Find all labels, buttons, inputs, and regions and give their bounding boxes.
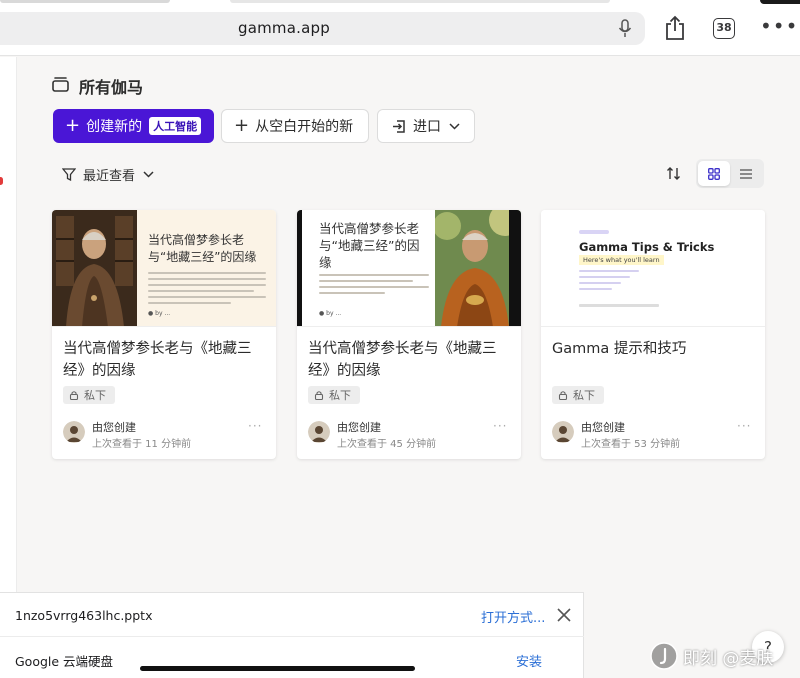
lock-icon xyxy=(314,391,324,400)
plus-icon: + xyxy=(65,115,81,136)
visibility-badge: 私下 xyxy=(552,386,604,404)
view-toggle xyxy=(696,159,764,188)
open-with-button[interactable]: 打开方式... xyxy=(481,607,545,626)
import-icon xyxy=(393,119,405,133)
close-icon[interactable] xyxy=(557,608,571,622)
thumbnail-title: 当代高僧梦参长老与“地藏三经”的因缘 xyxy=(148,233,257,264)
import-label: 进口 xyxy=(413,119,441,135)
avatar xyxy=(552,421,574,443)
notification-dot xyxy=(0,177,3,185)
visibility-badge: 私下 xyxy=(308,386,360,404)
tab-edge[interactable] xyxy=(0,0,170,3)
divider xyxy=(0,636,584,637)
card-title[interactable]: 当代高僧梦参长老与《地藏三经》的因缘 xyxy=(308,338,508,382)
filter-dropdown[interactable]: 最近查看 xyxy=(62,165,154,184)
install-button[interactable]: 安装 xyxy=(516,651,542,670)
chevron-down-icon xyxy=(143,171,154,178)
avatar xyxy=(308,421,330,443)
last-viewed: 上次查看于 53 分钟前 xyxy=(581,439,681,450)
sort-icon[interactable] xyxy=(666,166,681,181)
more-icon[interactable]: ··· xyxy=(248,419,262,433)
visibility-label: 私下 xyxy=(84,389,106,402)
last-viewed: 上次查看于 11 分钟前 xyxy=(92,439,192,450)
card-title[interactable]: 当代高僧梦参长老与《地藏三经》的因缘 xyxy=(63,338,263,382)
creator-label: 由您创建 xyxy=(92,421,136,434)
chevron-down-icon xyxy=(449,122,460,130)
card-title[interactable]: Gamma 提示和技巧 xyxy=(552,338,752,360)
gamma-card[interactable]: Gamma Tips & Tricks Here's what you'll l… xyxy=(541,210,765,459)
gamma-card[interactable]: 当代高僧梦参长老与“地藏三经”的因缘 ● by ... 当代高僧梦参长老与《地藏… xyxy=(52,210,276,459)
card-thumbnail: 当代高僧梦参长老与“地藏三经”的因缘 ● by ... xyxy=(297,210,521,327)
thumbnail-text-lines xyxy=(319,274,429,298)
filter-label: 最近查看 xyxy=(83,169,136,184)
list-icon[interactable] xyxy=(740,169,752,179)
last-viewed: 上次查看于 45 分钟前 xyxy=(337,439,437,450)
stack-icon xyxy=(52,77,69,92)
plus-icon: + xyxy=(234,115,250,136)
thumbnail-edge xyxy=(297,210,302,326)
creator-label: 由您创建 xyxy=(337,421,381,434)
thumbnail-footer-line xyxy=(579,304,659,307)
thumbnail-list xyxy=(579,270,639,294)
create-label: 创建新的 xyxy=(86,119,143,135)
avatar xyxy=(63,421,85,443)
tab-edge[interactable] xyxy=(230,0,610,3)
thumbnail-title: Gamma Tips & Tricks xyxy=(579,240,715,254)
lock-icon xyxy=(558,391,568,400)
creator-label: 由您创建 xyxy=(581,421,625,434)
thumbnail-title: 当代高僧梦参长老与“地藏三经”的因缘 xyxy=(319,221,420,270)
visibility-label: 私下 xyxy=(573,389,595,402)
thumbnail-logo xyxy=(579,230,609,234)
microphone-icon[interactable] xyxy=(618,19,632,39)
more-icon[interactable]: ··· xyxy=(737,419,751,433)
watermark: 即刻 @麦肤 xyxy=(650,642,773,670)
page-title: 所有伽马 xyxy=(79,78,144,97)
suggested-app-name: Google 云端硬盘 xyxy=(15,654,114,669)
create-ai-button[interactable]: + 创建新的 人工智能 xyxy=(53,109,214,143)
import-button[interactable]: 进口 xyxy=(377,109,475,143)
grid-icon xyxy=(708,168,720,180)
visibility-label: 私下 xyxy=(329,389,351,402)
thumbnail-text-lines xyxy=(148,272,266,308)
ai-badge: 人工智能 xyxy=(149,117,202,135)
filter-icon xyxy=(62,168,76,181)
blank-label: 从空白开始的新 xyxy=(255,119,354,135)
address-bar[interactable]: gamma.app xyxy=(0,12,645,45)
card-thumbnail: 当代高僧梦参长老与“地藏三经”的因缘 ● by ... xyxy=(52,210,276,327)
more-icon[interactable]: ••• xyxy=(760,16,797,38)
gamma-card[interactable]: 当代高僧梦参长老与“地藏三经”的因缘 ● by ... 当代高僧梦参长老与《地藏… xyxy=(297,210,521,459)
thumbnail-subtitle: Here's what you'll learn xyxy=(579,255,664,265)
card-thumbnail: Gamma Tips & Tricks Here's what you'll l… xyxy=(541,210,765,327)
sidebar-edge xyxy=(0,57,17,597)
tab-strip xyxy=(0,0,800,4)
url-text[interactable]: gamma.app xyxy=(238,19,330,37)
new-blank-button[interactable]: + 从空白开始的新 xyxy=(221,109,369,143)
monk-photo xyxy=(435,210,521,326)
more-icon[interactable]: ··· xyxy=(493,419,507,433)
tab-edge-dark xyxy=(760,0,800,4)
monk-photo xyxy=(52,210,137,326)
thumbnail-byline: ● by ... xyxy=(148,310,171,317)
download-filename: 1nzo5vrrg463lhc.pptx xyxy=(15,608,153,623)
share-icon[interactable] xyxy=(664,15,686,41)
browser-toolbar: gamma.app 38 ••• xyxy=(0,0,800,56)
lock-icon xyxy=(69,391,79,400)
watermark-text: 即刻 @麦肤 xyxy=(683,648,774,669)
thumbnail-byline: ● by ... xyxy=(319,310,342,317)
tab-count-button[interactable]: 38 xyxy=(713,18,735,39)
jike-logo-icon xyxy=(650,642,678,670)
home-indicator[interactable] xyxy=(140,666,415,671)
visibility-badge: 私下 xyxy=(63,386,115,404)
grid-view-button[interactable] xyxy=(698,161,730,186)
